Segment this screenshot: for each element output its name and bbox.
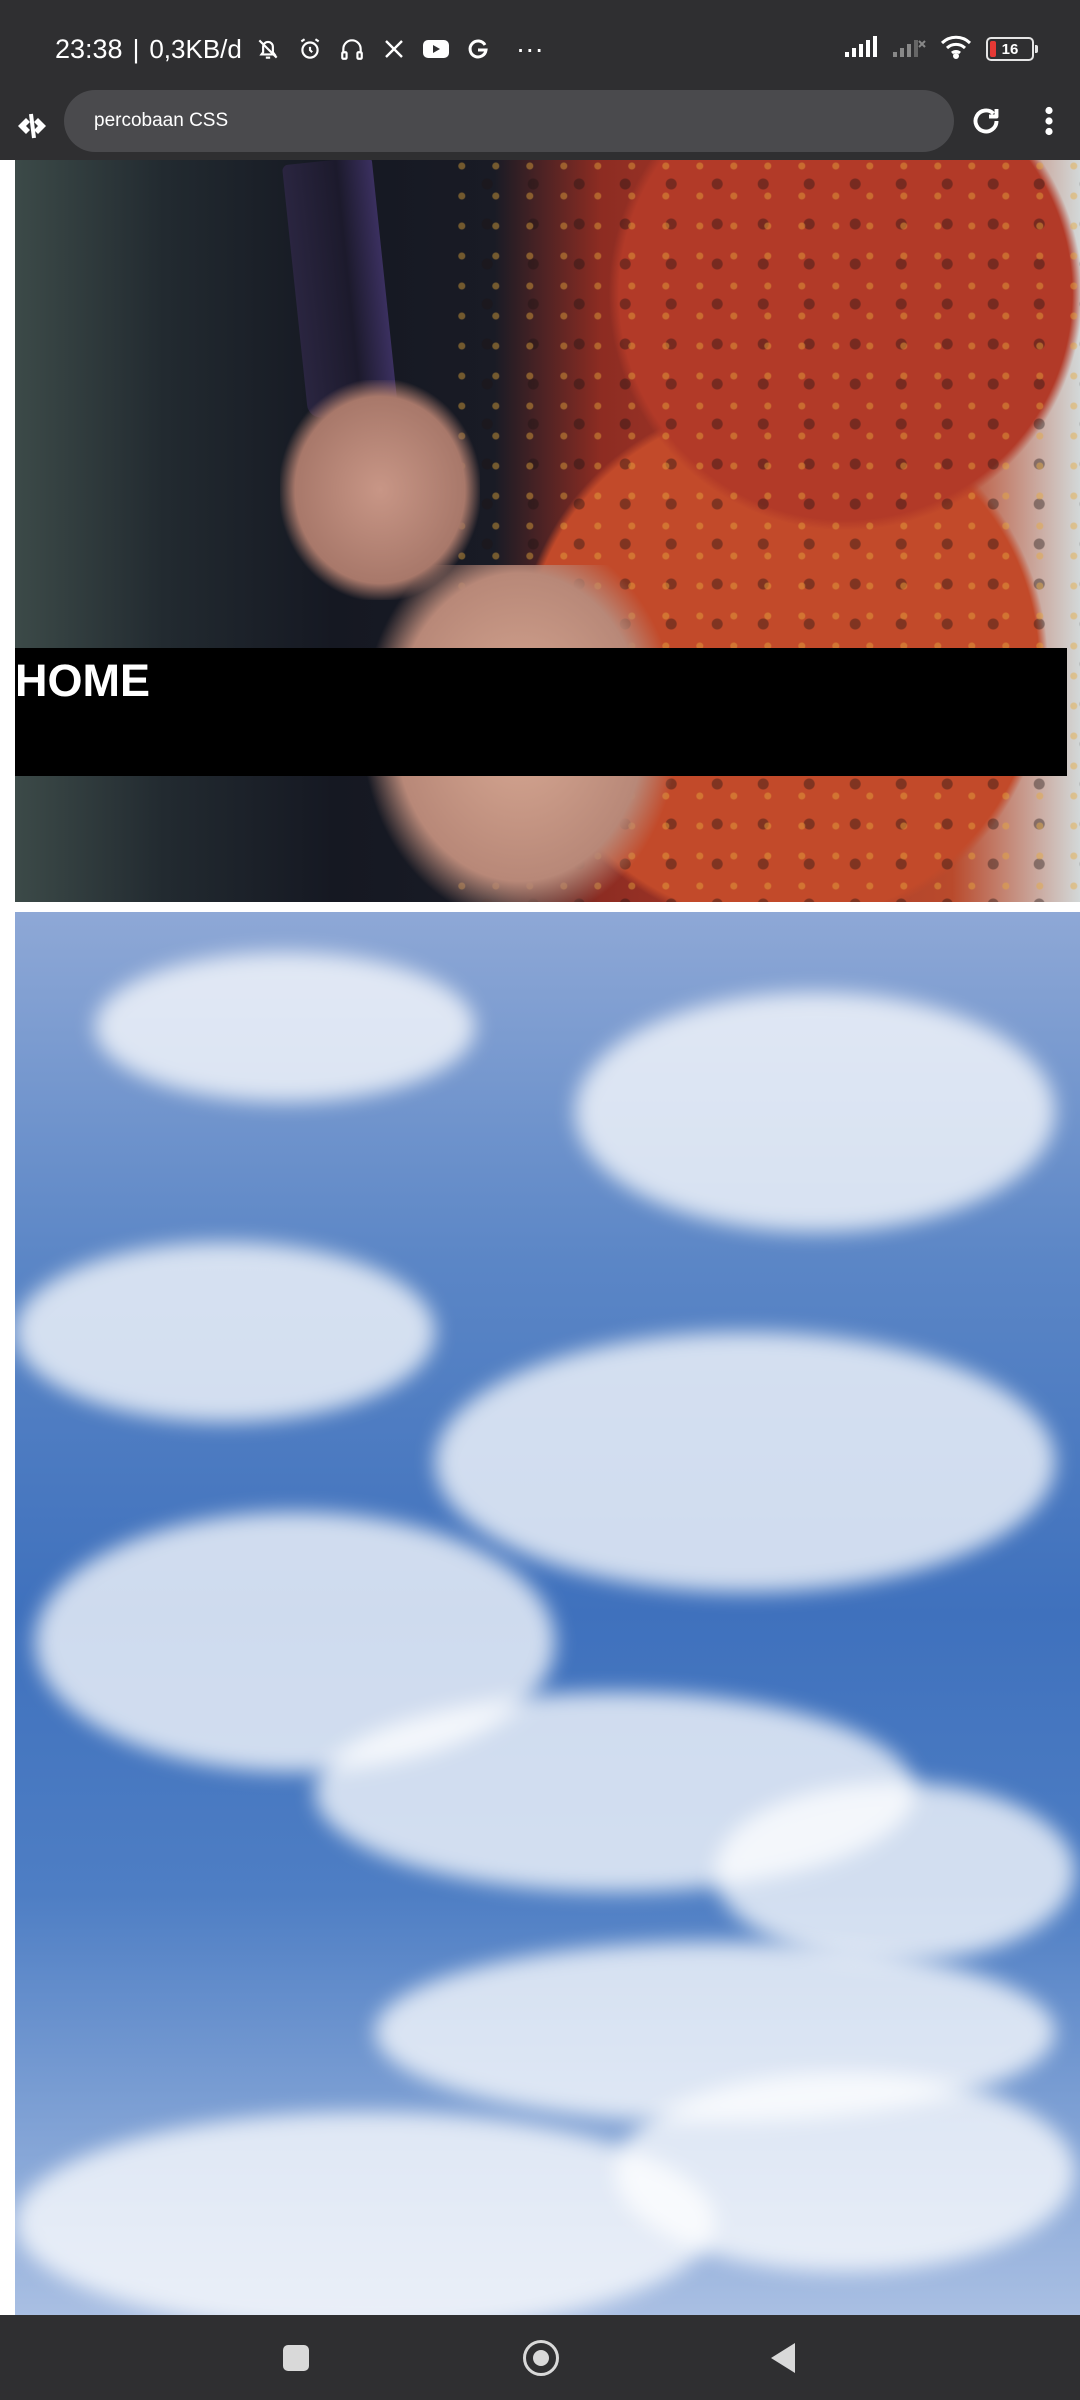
cloud xyxy=(715,1782,1075,1962)
cloud xyxy=(15,1242,435,1422)
battery-icon: 16 xyxy=(986,37,1038,61)
google-icon xyxy=(462,33,494,65)
signal-icon xyxy=(844,35,878,63)
url-bar[interactable]: percobaan CSS xyxy=(64,90,954,152)
url-text[interactable]: percobaan CSS xyxy=(94,110,228,132)
alarm-icon xyxy=(294,33,326,65)
wifi-icon xyxy=(940,35,972,64)
home-banner: HOME xyxy=(15,648,1067,776)
x-logo-icon xyxy=(378,33,410,65)
headphones-icon xyxy=(336,33,368,65)
status-right: 16 xyxy=(844,0,1038,98)
status-time: 23:38 xyxy=(55,33,123,64)
cloud xyxy=(575,992,1055,1232)
more-vert-icon[interactable] xyxy=(1031,103,1067,139)
status-bar: 23:38 | 0,3KB/d ··· 16 xyxy=(0,0,1080,92)
status-data-rate: 0,3KB/d xyxy=(149,33,242,64)
back-button[interactable] xyxy=(771,2343,795,2373)
system-nav-bar xyxy=(0,2315,1080,2400)
battery-level: 16 xyxy=(1001,40,1019,58)
recent-apps-button[interactable] xyxy=(283,2345,309,2371)
page-content: HOME xyxy=(0,160,1080,2315)
page-title: HOME xyxy=(15,655,150,706)
cloud xyxy=(615,2072,1075,2272)
signal-weak-icon xyxy=(892,36,926,63)
status-overflow: ··· xyxy=(515,33,544,64)
battery-fill xyxy=(990,41,996,57)
cloud xyxy=(15,2112,715,2315)
home-button[interactable] xyxy=(523,2340,559,2376)
app-logo-icon[interactable] xyxy=(12,106,52,146)
status-left: 23:38 | 0,3KB/d ··· xyxy=(55,0,544,98)
sky-photo xyxy=(15,912,1080,2315)
status-separator: | xyxy=(132,33,140,64)
bell-off-icon xyxy=(252,33,284,65)
cloud xyxy=(435,1332,1055,1592)
reload-icon[interactable] xyxy=(968,103,1004,139)
hero-photo xyxy=(15,160,1080,902)
cloud xyxy=(95,952,475,1102)
youtube-icon xyxy=(420,33,452,65)
